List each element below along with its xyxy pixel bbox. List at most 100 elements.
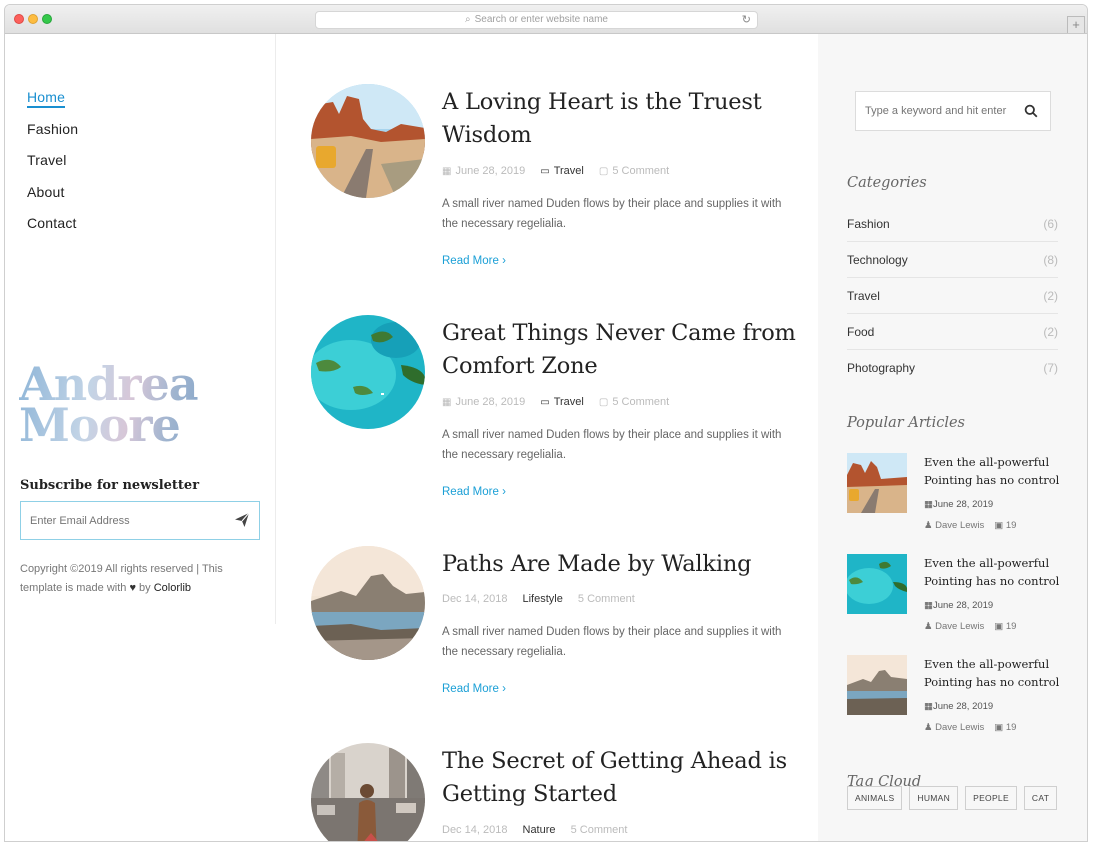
read-more-label: Read More xyxy=(442,683,499,695)
post-category[interactable]: Nature xyxy=(523,824,556,836)
category-item[interactable]: Travel (2) xyxy=(847,278,1058,314)
nav-item-contact[interactable]: Contact xyxy=(27,214,78,246)
popular-article-title[interactable]: Even the all-powerful Pointing has no co… xyxy=(924,655,1069,691)
popular-author[interactable]: Dave Lewis xyxy=(935,621,984,632)
post-title[interactable]: Paths Are Made by Walking xyxy=(442,548,802,581)
popular-article[interactable]: Even the all-powerful Pointing has no co… xyxy=(847,554,1067,644)
copyright-text: Copyright ©2019 All rights reserved | Th… xyxy=(20,560,250,598)
post-comments[interactable]: 5 Comment xyxy=(571,824,628,836)
nav-item-label: About xyxy=(27,183,65,200)
browser-window: ⌕ Search or enter website name ↻ + Home F… xyxy=(4,4,1088,842)
post-thumbnail[interactable] xyxy=(311,743,425,841)
calendar-icon: ▦ xyxy=(442,166,452,177)
post-thumbnail[interactable] xyxy=(311,84,425,198)
comment-icon: ▢ xyxy=(598,166,609,177)
category-item[interactable]: Fashion (6) xyxy=(847,206,1058,242)
read-more-link[interactable]: Read More › xyxy=(442,486,506,498)
popular-article-thumbnail[interactable] xyxy=(847,453,907,513)
maximize-window-button[interactable] xyxy=(42,14,52,24)
post-excerpt: A small river named Duden flows by their… xyxy=(442,198,782,230)
read-more-link[interactable]: Read More › xyxy=(442,255,506,267)
read-more-link[interactable]: Read More › xyxy=(442,683,506,695)
popular-article-date: ▦June 28, 2019 xyxy=(924,600,993,611)
heart-icon: ♥ xyxy=(129,582,136,594)
post-category[interactable]: Lifestyle xyxy=(523,593,563,605)
category-item[interactable]: Food (2) xyxy=(847,314,1058,350)
site-logo[interactable]: Andrea Moore xyxy=(19,364,219,446)
post-title[interactable]: A Loving Heart is the Truest Wisdom xyxy=(442,86,802,152)
popular-article-date: ▦June 28, 2019 xyxy=(924,701,993,712)
nav-item-label: Contact xyxy=(27,215,77,231)
minimize-window-button[interactable] xyxy=(28,14,38,24)
nav-item-about[interactable]: About xyxy=(27,183,78,215)
post-comments[interactable]: 5 Comment xyxy=(578,593,635,605)
colorlib-link[interactable]: Colorlib xyxy=(154,582,191,594)
post-thumbnail[interactable] xyxy=(311,315,425,429)
send-icon[interactable] xyxy=(234,512,250,528)
popular-author[interactable]: Dave Lewis xyxy=(935,722,984,733)
popular-comments[interactable]: 19 xyxy=(1006,722,1017,733)
search-box xyxy=(855,91,1051,131)
tag-human[interactable]: HUMAN xyxy=(909,786,959,810)
category-count: (2) xyxy=(1043,288,1058,303)
tag-cat[interactable]: CAT xyxy=(1023,786,1058,810)
category-item[interactable]: Photography (7) xyxy=(847,350,1058,386)
copyright-by: by xyxy=(139,582,151,594)
popular-articles-heading: Popular Articles xyxy=(847,415,965,431)
category-count: (8) xyxy=(1043,252,1058,267)
popular-author[interactable]: Dave Lewis xyxy=(935,520,984,531)
calendar-icon: ▦ xyxy=(442,397,452,408)
post-excerpt: A small river named Duden flows by their… xyxy=(442,626,782,658)
nav-item-label: Home xyxy=(27,89,66,108)
post-thumbnail[interactable] xyxy=(311,546,425,660)
popular-comments[interactable]: 19 xyxy=(1006,520,1017,531)
post-category[interactable]: Travel xyxy=(554,396,584,408)
post-title[interactable]: Great Things Never Came from Comfort Zon… xyxy=(442,317,802,383)
post-category[interactable]: Travel xyxy=(554,165,584,177)
chevron-right-icon: › xyxy=(502,255,506,267)
post-meta: ▦ June 28, 2019 ▭ Travel ▢ 5 Comment xyxy=(442,165,669,177)
nav-item-label: Fashion xyxy=(27,120,79,137)
browser-titlebar: ⌕ Search or enter website name ↻ + xyxy=(5,5,1087,34)
post-title[interactable]: The Secret of Getting Ahead is Getting S… xyxy=(442,745,802,811)
address-bar[interactable]: ⌕ Search or enter website name ↻ xyxy=(315,11,758,29)
post-date: June 28, 2019 xyxy=(455,396,526,408)
comment-icon: ▣ xyxy=(994,520,1006,531)
post-meta: Dec 14, 2018 Lifestyle 5 Comment xyxy=(442,593,635,605)
search-icon[interactable] xyxy=(1024,104,1038,118)
post-date: June 28, 2019 xyxy=(455,165,526,177)
category-item[interactable]: Technology (8) xyxy=(847,242,1058,278)
comment-icon: ▢ xyxy=(598,397,609,408)
post-meta: ▦ June 28, 2019 ▭ Travel ▢ 5 Comment xyxy=(442,396,669,408)
post-comments[interactable]: 5 Comment xyxy=(612,396,669,408)
popular-article-date: ▦June 28, 2019 xyxy=(924,499,993,510)
close-window-button[interactable] xyxy=(14,14,24,24)
tag-animals[interactable]: ANIMALS xyxy=(847,786,903,810)
search-input[interactable] xyxy=(856,92,1016,130)
popular-article[interactable]: Even the all-powerful Pointing has no co… xyxy=(847,453,1067,543)
tag-people[interactable]: PEOPLE xyxy=(965,786,1017,810)
comment-icon: ▣ xyxy=(994,722,1006,733)
post-comments[interactable]: 5 Comment xyxy=(612,165,669,177)
popular-date-text: June 28, 2019 xyxy=(932,701,994,712)
popular-article-title[interactable]: Even the all-powerful Pointing has no co… xyxy=(924,453,1069,489)
popular-comments[interactable]: 19 xyxy=(1006,621,1017,632)
post-date: Dec 14, 2018 xyxy=(442,824,508,836)
popular-article-thumbnail[interactable] xyxy=(847,655,907,715)
new-tab-button[interactable]: + xyxy=(1067,16,1085,33)
nav-item-home[interactable]: Home xyxy=(27,88,78,120)
nav-item-fashion[interactable]: Fashion xyxy=(27,120,78,152)
post-date: Dec 14, 2018 xyxy=(442,593,508,605)
category-name: Fashion xyxy=(847,216,890,231)
reload-icon[interactable]: ↻ xyxy=(742,12,751,28)
popular-article-thumbnail[interactable] xyxy=(847,554,907,614)
user-icon: ♟ xyxy=(924,621,936,632)
newsletter-form xyxy=(20,501,260,540)
category-count: (2) xyxy=(1043,324,1058,339)
tag-cloud: ANIMALS HUMAN PEOPLE CAT xyxy=(847,786,1058,810)
popular-article[interactable]: Even the all-powerful Pointing has no co… xyxy=(847,655,1067,745)
popular-article-title[interactable]: Even the all-powerful Pointing has no co… xyxy=(924,554,1069,590)
category-count: (6) xyxy=(1043,216,1058,231)
nav-item-travel[interactable]: Travel xyxy=(27,151,78,183)
email-field[interactable] xyxy=(21,502,221,539)
